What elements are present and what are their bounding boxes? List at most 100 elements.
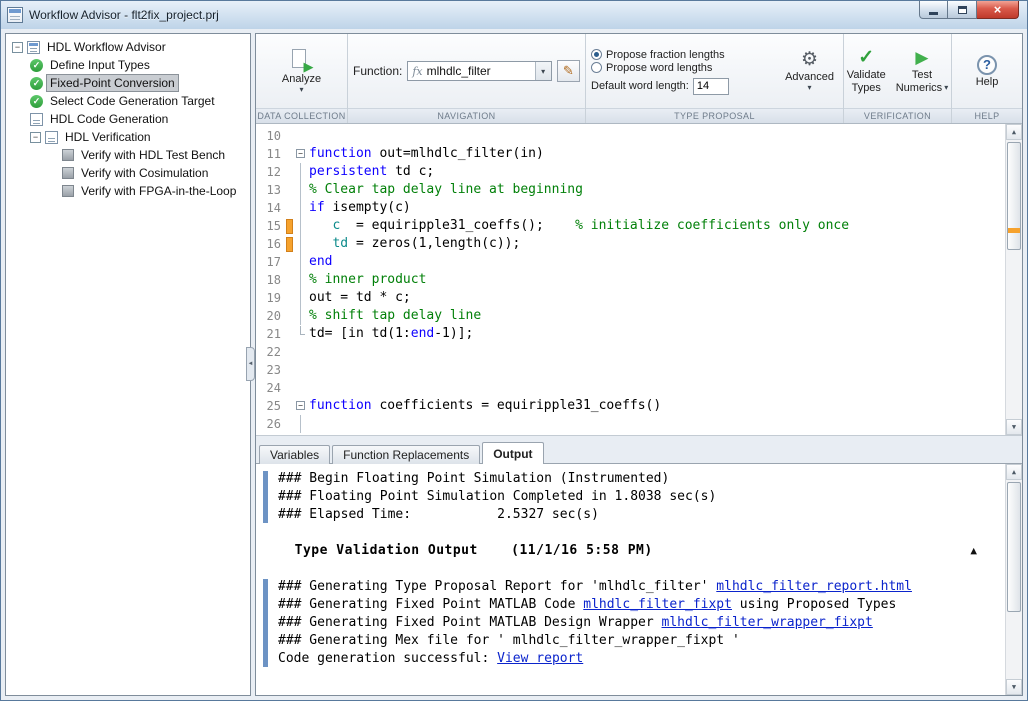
scroll-up-button[interactable]: ▲ — [1006, 124, 1022, 140]
editor-scrollbar-track[interactable] — [1006, 140, 1022, 419]
output-scrollbar-thumb[interactable] — [1007, 482, 1021, 612]
restore-icon — [958, 6, 967, 14]
section-label-help: HELP — [952, 108, 1022, 123]
fx-icon: fx — [412, 65, 422, 78]
code-text: out = td * c; — [307, 289, 1005, 307]
output-line: ### Generating Mex file for ' mlhdlc_fil… — [278, 632, 1005, 650]
restore-button[interactable] — [948, 1, 977, 19]
scroll-down-button[interactable]: ▼ — [1006, 679, 1022, 695]
output-blank-line — [260, 524, 1005, 542]
close-button[interactable]: × — [977, 1, 1019, 19]
scroll-up-button[interactable]: ▲ — [1006, 464, 1022, 480]
code-line-21: 21td= [in td(1:end-1)]; — [256, 325, 1005, 343]
code-line-10: 10 — [256, 127, 1005, 145]
code-fold-toggle[interactable]: − — [296, 149, 305, 158]
minimize-button[interactable] — [919, 1, 948, 19]
section-verification: ✓ Validate Types ▶ Test Numerics ▾ — [844, 34, 952, 123]
default-word-length-input[interactable] — [693, 78, 729, 95]
advanced-button[interactable]: ⚙ Advanced ▾ — [785, 50, 834, 92]
tree-item-label: Verify with FPGA-in-the-Loop — [78, 183, 239, 199]
tree-item-hdl-code-generation[interactable]: HDL Code Generation — [6, 110, 250, 128]
output-section-title: Type Validation Output (11/1/16 5:58 PM) — [278, 542, 653, 560]
radio-icon — [591, 62, 602, 73]
output-scrollbar-track[interactable] — [1006, 480, 1022, 679]
code-text: end — [307, 253, 1005, 271]
test-numerics-button[interactable]: ▶ Test Numerics ▾ — [896, 48, 948, 94]
editor-scrollbar[interactable]: ▲ ▼ — [1005, 124, 1022, 435]
tree-item-label: HDL Verification — [62, 129, 154, 145]
output-line: Code generation successful: View report — [278, 650, 1005, 668]
section-label-data-collection: DATA COLLECTION — [256, 108, 347, 123]
tree-item-verify-with-hdl-test-bench[interactable]: Verify with HDL Test Bench — [6, 146, 250, 164]
green-check-icon: ✓ — [30, 95, 43, 108]
analyze-button[interactable]: ▶ Analyze ▾ — [282, 49, 321, 94]
tree-item-verify-with-fpga-in-the-loop[interactable]: Verify with FPGA-in-the-Loop — [6, 182, 250, 200]
tree-item-verify-with-cosimulation[interactable]: Verify with Cosimulation — [6, 164, 250, 182]
tree-item-hdl-workflow-advisor[interactable]: − HDL Workflow Advisor — [6, 38, 250, 56]
main-panel: ▶ Analyze ▾ DATA COLLECTION Function: fx — [255, 33, 1023, 696]
code-line-17: 17end — [256, 253, 1005, 271]
tree-item-select-code-generation-target[interactable]: ✓Select Code Generation Target — [6, 92, 250, 110]
output-link[interactable]: mlhdlc_filter_wrapper_fixpt — [662, 615, 873, 630]
output-line: ### Generating Fixed Point MATLAB Code m… — [278, 596, 1005, 614]
document-icon — [45, 131, 58, 144]
output-tabbar: VariablesFunction ReplacementsOutput — [256, 442, 1022, 464]
sidebar-collapse-handle[interactable]: ◄ — [246, 347, 255, 381]
radio-label: Propose word lengths — [606, 62, 712, 74]
dropdown-arrow-icon: ▾ — [299, 86, 303, 94]
help-icon: ? — [977, 55, 997, 75]
output-content: ### Begin Floating Point Simulation (Ins… — [256, 464, 1005, 695]
section-label-type-proposal: TYPE PROPOSAL — [586, 108, 843, 123]
instrumentation-marker[interactable] — [286, 235, 293, 253]
code-text: c = equiripple31_coeffs(); % initialize … — [307, 217, 1005, 235]
line-number: 10 — [256, 127, 286, 145]
editor-scrollbar-thumb[interactable] — [1007, 142, 1021, 250]
app-body: − HDL Workflow Advisor ✓Define Input Typ… — [1, 29, 1027, 700]
output-line: ### Elapsed Time: 2.5327 sec(s) — [278, 506, 1005, 524]
scroll-down-button[interactable]: ▼ — [1006, 419, 1022, 435]
help-button[interactable]: ? Help — [976, 55, 999, 88]
output-link[interactable]: mlhdlc_filter_fixpt — [583, 597, 732, 612]
workflow-advisor-window: Workflow Advisor - flt2fix_project.prj ×… — [0, 0, 1028, 701]
section-label-navigation: NAVIGATION — [348, 108, 585, 123]
tree-item-label: Define Input Types — [47, 57, 153, 73]
tab-output[interactable]: Output — [482, 442, 543, 464]
tree-expand-toggle[interactable]: − — [12, 42, 23, 53]
tab-variables[interactable]: Variables — [259, 445, 330, 464]
output-scrollbar[interactable]: ▲ ▼ — [1005, 464, 1022, 695]
title-bar[interactable]: Workflow Advisor - flt2fix_project.prj × — [1, 1, 1027, 29]
output-panel: ### Begin Floating Point Simulation (Ins… — [256, 464, 1022, 695]
code-line-24: 24 — [256, 379, 1005, 397]
line-number: 15 — [256, 217, 286, 235]
code-fold-toggle[interactable]: − — [296, 401, 305, 410]
validate-types-button[interactable]: ✓ Validate Types — [847, 48, 886, 94]
edit-function-button[interactable]: ✎ — [557, 60, 580, 82]
radio-propose-word-lengths[interactable]: Propose word lengths — [591, 62, 729, 74]
line-number: 11 — [256, 145, 286, 163]
output-link[interactable]: mlhdlc_filter_report.html — [716, 579, 912, 594]
combo-dropdown-button[interactable]: ▾ — [535, 62, 551, 80]
collapse-section-icon[interactable]: ▲ — [970, 542, 977, 560]
code-text: % shift tap delay line — [307, 307, 1005, 325]
code-line-25: 25−function coefficients = equiripple31_… — [256, 397, 1005, 415]
instrumentation-marker[interactable] — [286, 217, 293, 235]
tree-item-fixed-point-conversion[interactable]: ✓Fixed-Point Conversion — [6, 74, 250, 92]
tree-expand-toggle[interactable]: − — [30, 132, 41, 143]
radio-propose-fraction-lengths[interactable]: Propose fraction lengths — [591, 49, 729, 61]
code-line-26: 26 — [256, 415, 1005, 433]
code-line-12: 12persistent td c; — [256, 163, 1005, 181]
tree-item-hdl-verification[interactable]: − HDL Verification — [6, 128, 250, 146]
help-label: Help — [976, 76, 999, 88]
code-editor[interactable]: 1011−function out=mlhdlc_filter(in)12per… — [256, 124, 1022, 436]
tree-item-define-input-types[interactable]: ✓Define Input Types — [6, 56, 250, 74]
tree-item-label: Verify with Cosimulation — [78, 165, 211, 181]
output-block: ### Begin Floating Point Simulation (Ins… — [260, 470, 1005, 524]
code-text: td= [in td(1:end-1)]; — [307, 325, 1005, 343]
output-link[interactable]: View report — [497, 651, 583, 666]
function-combobox[interactable]: fx mlhdlc_filter ▾ — [407, 61, 551, 81]
workflow-tree-panel: − HDL Workflow Advisor ✓Define Input Typ… — [5, 33, 251, 696]
output-blank-line — [260, 560, 1005, 578]
document-icon — [30, 113, 43, 126]
analyze-icon: ▶ — [289, 49, 313, 72]
tab-function-replacements[interactable]: Function Replacements — [332, 445, 480, 464]
